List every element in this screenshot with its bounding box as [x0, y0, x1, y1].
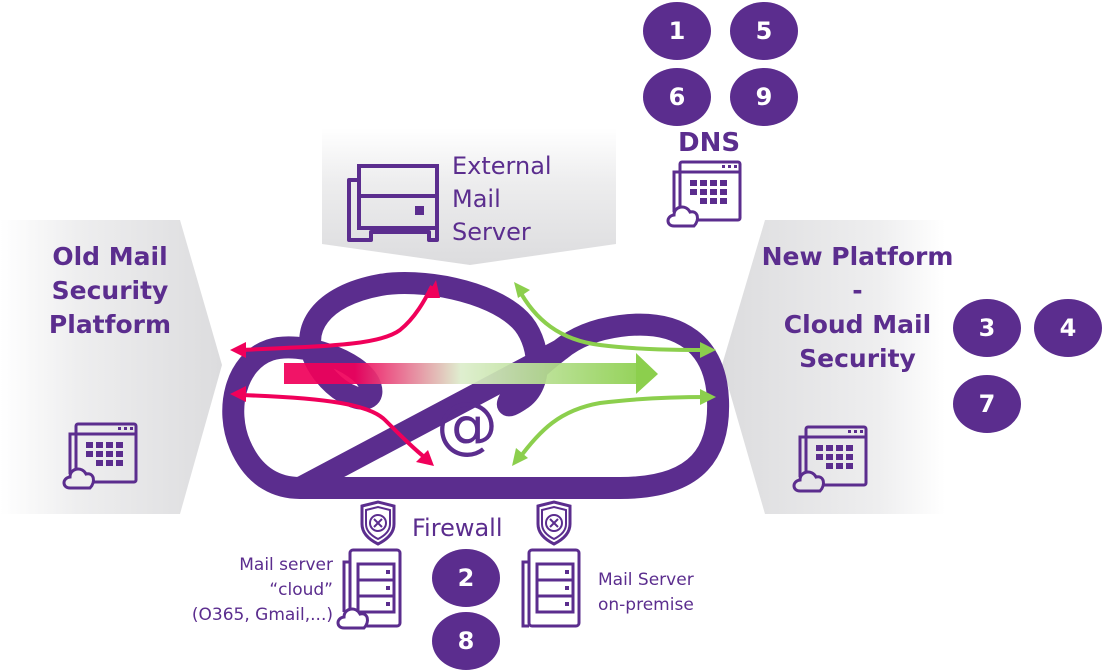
- dns-cloud-calendar-icon: [666, 160, 742, 228]
- firewall-shield-icon-right: [536, 500, 572, 546]
- dns-label: DNS: [678, 128, 741, 158]
- step-badge: 9: [730, 68, 798, 126]
- step-badge: 6: [643, 68, 711, 126]
- step-badge: 7: [953, 375, 1021, 433]
- mail-server-cloud-label: Mail server “cloud” (O365, Gmail,...): [191, 555, 333, 625]
- email-at-symbol: @: [436, 388, 498, 461]
- external-mail-server-label: External Mail Server: [452, 152, 552, 246]
- cloud-mail-server-icon: [336, 548, 402, 630]
- onprem-mail-server-icon: [521, 548, 581, 628]
- step-badge: 3: [953, 299, 1021, 357]
- firewall-label: Firewall: [412, 514, 503, 542]
- firewall-shield-icon-left: [360, 500, 396, 546]
- new-platform-title: New Platform - Cloud Mail Security: [761, 242, 954, 373]
- new-platform-cloud-calendar-icon: [792, 425, 868, 493]
- mail-server-onprem-label: Mail Server on-premise: [598, 570, 694, 615]
- step-badge: 1: [643, 2, 711, 60]
- step-badge: 2: [432, 549, 500, 607]
- old-platform-title: Old Mail Security Platform: [48, 242, 172, 339]
- step-badge: 4: [1034, 299, 1102, 357]
- old-platform-cloud-calendar-icon: [62, 422, 138, 490]
- server-box-icon: [347, 164, 439, 242]
- step-badge: 8: [432, 612, 500, 670]
- step-badge: 5: [730, 2, 798, 60]
